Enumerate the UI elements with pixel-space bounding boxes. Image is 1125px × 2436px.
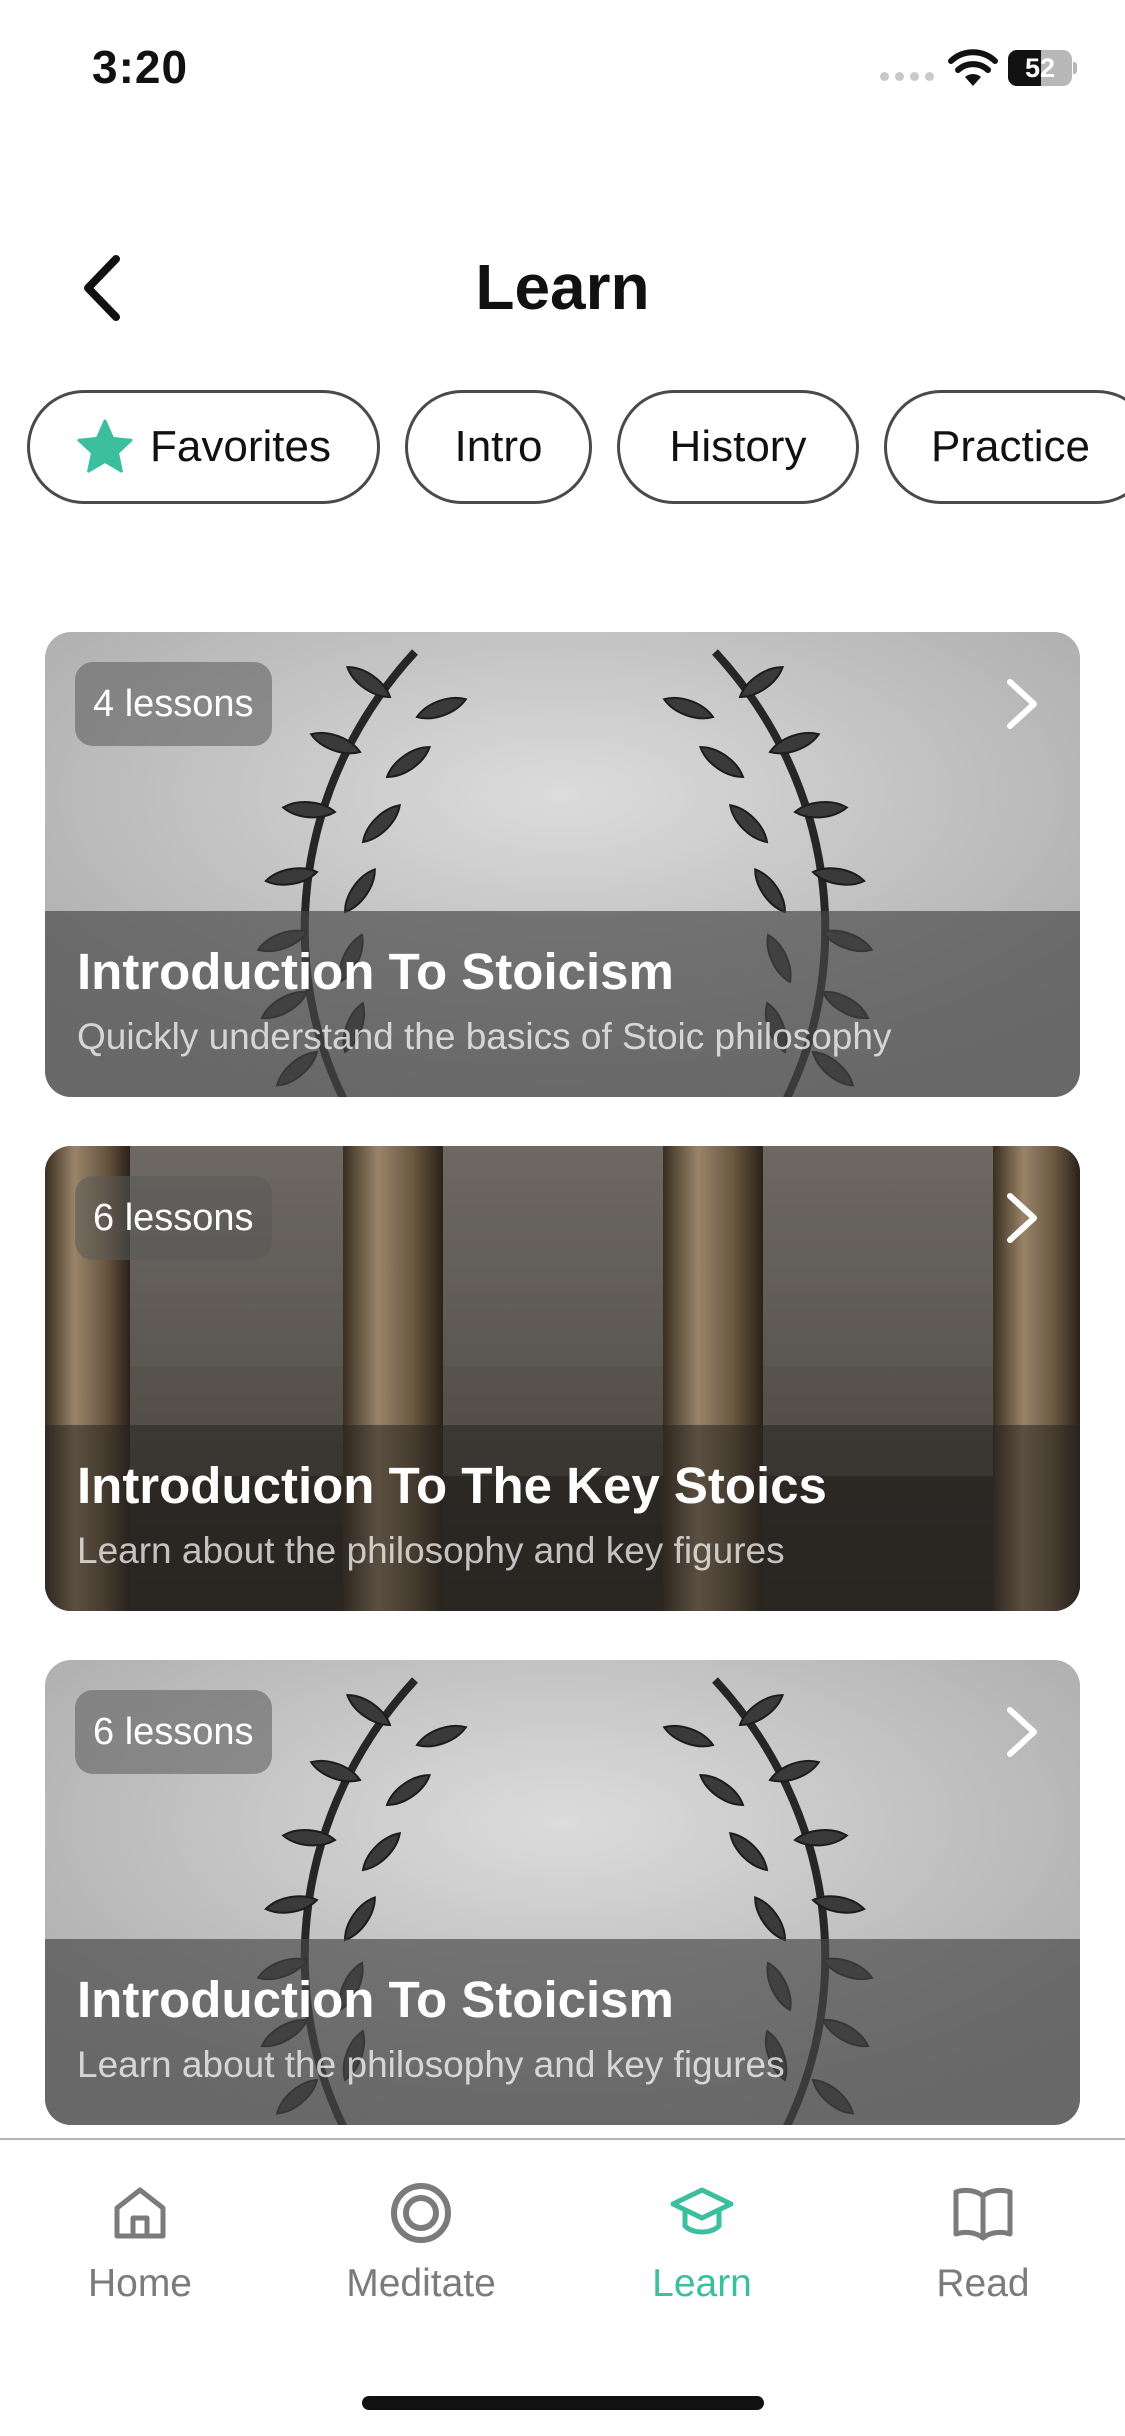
tab-label: Read [936,2262,1030,2305]
tab-learn[interactable]: Learn [592,2180,812,2330]
card-subtitle: Learn about the philosophy and key figur… [77,2044,785,2085]
card-title: Introduction To Stoicism [77,1971,674,2028]
lesson-count-badge: 6 lessons [75,1176,272,1260]
card-caption [45,1939,1080,2125]
chevron-right-icon [1007,679,1037,729]
chip-history[interactable]: History [617,390,859,504]
tab-label: Learn [652,2262,752,2305]
card-title: Introduction To The Key Stoics [77,1457,827,1514]
course-card[interactable]: 6 lessons Introduction To Stoicism Learn… [45,1660,1080,2125]
card-caption [45,1425,1080,1611]
lesson-count-badge: 6 lessons [75,1690,272,1774]
chip-label: Favorites [150,422,331,471]
card-caption [45,911,1080,1097]
chip-intro[interactable]: Intro [405,390,592,504]
cellular-signal-icon [880,72,936,84]
tab-label: Home [87,2262,193,2305]
battery-icon: 52 [1008,50,1077,86]
tab-bar: Home Meditate Learn Read [0,2138,1125,2436]
course-card[interactable]: 6 lessons Introduction To The Key Stoics… [45,1146,1080,1611]
chip-label: Practice [931,422,1090,471]
tab-read[interactable]: Read [873,2180,1093,2330]
target-icon [391,2183,451,2243]
chip-label: History [669,422,807,471]
filter-chips: Favorites Intro History Practice [0,390,1125,506]
chevron-right-icon [1007,1193,1037,1243]
star-icon [77,419,133,473]
card-subtitle: Learn about the philosophy and key figur… [77,1530,785,1571]
book-icon [953,2187,1013,2241]
chip-practice[interactable]: Practice [884,390,1125,504]
home-icon [114,2187,166,2239]
course-card[interactable]: 4 lessons Introduction To Stoicism Quick… [45,632,1080,1097]
status-bar: 3:20 52 [0,0,1125,140]
wifi-icon [948,49,998,86]
tab-home[interactable]: Home [30,2180,250,2330]
lesson-count-badge: 4 lessons [75,662,272,746]
tab-label: Meditate [346,2262,496,2305]
chevron-right-icon [1007,1707,1037,1757]
chip-favorites[interactable]: Favorites [27,390,380,504]
page-title: Learn [475,251,650,323]
card-title: Introduction To Stoicism [77,943,674,1000]
chip-label: Intro [454,422,543,471]
battery-percent: 52 [1024,53,1056,83]
graduation-cap-icon [670,2187,734,2235]
card-subtitle: Quickly understand the basics of Stoic p… [77,1016,892,1057]
tab-meditate[interactable]: Meditate [311,2180,531,2330]
status-time: 3:20 [92,41,189,93]
home-indicator [362,2396,764,2410]
